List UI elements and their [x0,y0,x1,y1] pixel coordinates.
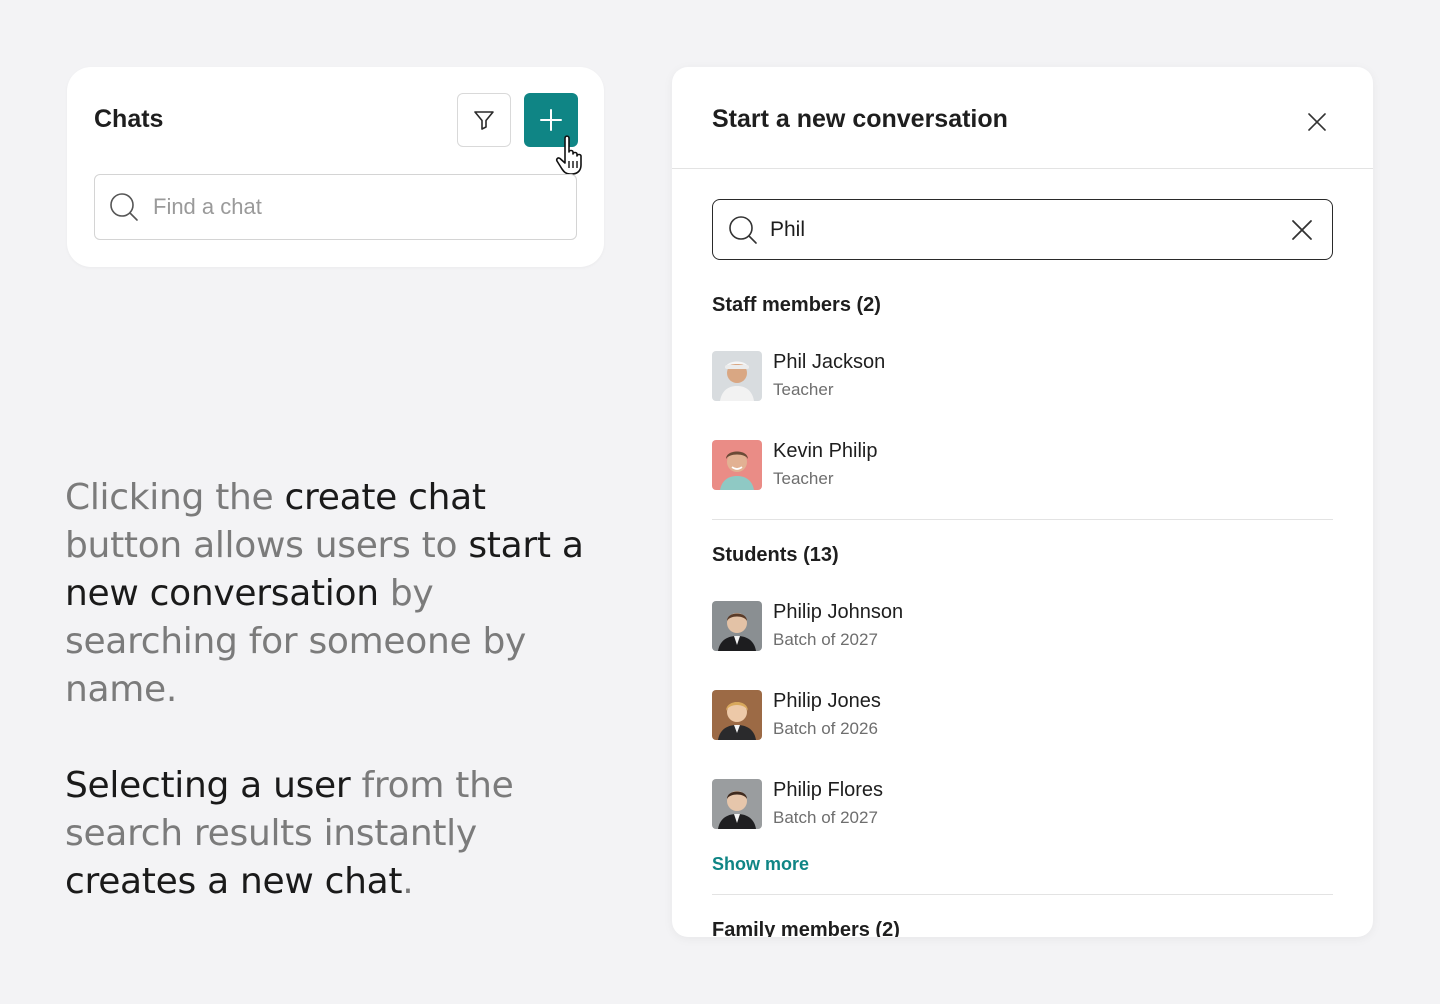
filter-button[interactable] [457,93,511,147]
family-section-label: Family members (2) [712,919,900,937]
search-icon [729,215,757,244]
desc-highlight: Selecting a user [65,765,351,806]
find-chat-field[interactable] [94,174,577,240]
person-name: Phil Jackson [773,351,886,373]
person-role: Teacher [773,380,834,399]
person-name: Philip Flores [773,779,884,801]
modal-header: Start a new conversation [672,67,1373,169]
people-search-input[interactable] [770,217,1250,242]
section-divider [712,519,1333,520]
chats-title: Chats [94,105,164,133]
list-item[interactable]: Philip Flores Batch of 2027 [712,779,1112,835]
clear-icon [1292,220,1312,240]
avatar [712,779,762,829]
staff-section-label: Staff members (2) [712,294,881,316]
person-batch: Batch of 2026 [773,719,878,738]
chats-panel: Chats [67,67,604,267]
person-name: Philip Jones [773,690,881,712]
close-icon [1308,113,1326,131]
list-item[interactable]: Philip Jones Batch of 2026 [712,690,1112,746]
avatar [712,690,762,740]
clear-search-button[interactable] [1288,216,1316,244]
people-search-field[interactable] [712,199,1333,260]
show-more-link[interactable]: Show more [712,854,809,875]
filter-icon [474,111,494,130]
list-item[interactable]: Phil Jackson Teacher [712,351,1112,407]
person-name: Kevin Philip [773,440,878,462]
plus-icon [540,109,562,131]
desc-highlight: create chat [284,477,487,518]
desc-text: Clicking the [65,477,285,518]
students-section-label: Students (13) [712,544,839,566]
avatar [712,601,762,651]
avatar [712,351,762,401]
person-name: Philip Johnson [773,601,904,623]
person-batch: Batch of 2027 [773,630,878,649]
list-item[interactable]: Kevin Philip Teacher [712,440,1112,496]
list-item[interactable]: Philip Johnson Batch of 2027 [712,601,1112,657]
search-icon [110,193,138,221]
close-modal-button[interactable] [1302,107,1332,137]
modal-title: Start a new conversation [712,105,1008,133]
section-divider [712,894,1333,895]
desc-text: . [402,861,414,902]
person-role: Teacher [773,469,834,488]
desc-highlight: creates a new chat [65,861,403,902]
new-conversation-modal: Start a new conversation Staff members (… [672,67,1373,937]
hand-pointer-icon [555,135,582,175]
description-paragraph-2: Selecting a user from the search results… [65,762,605,906]
desc-text: button allows users to [65,525,469,566]
person-batch: Batch of 2027 [773,808,878,827]
find-chat-input[interactable] [153,194,553,220]
description-paragraph-1: Clicking the create chat button allows u… [65,474,605,714]
avatar [712,440,762,490]
